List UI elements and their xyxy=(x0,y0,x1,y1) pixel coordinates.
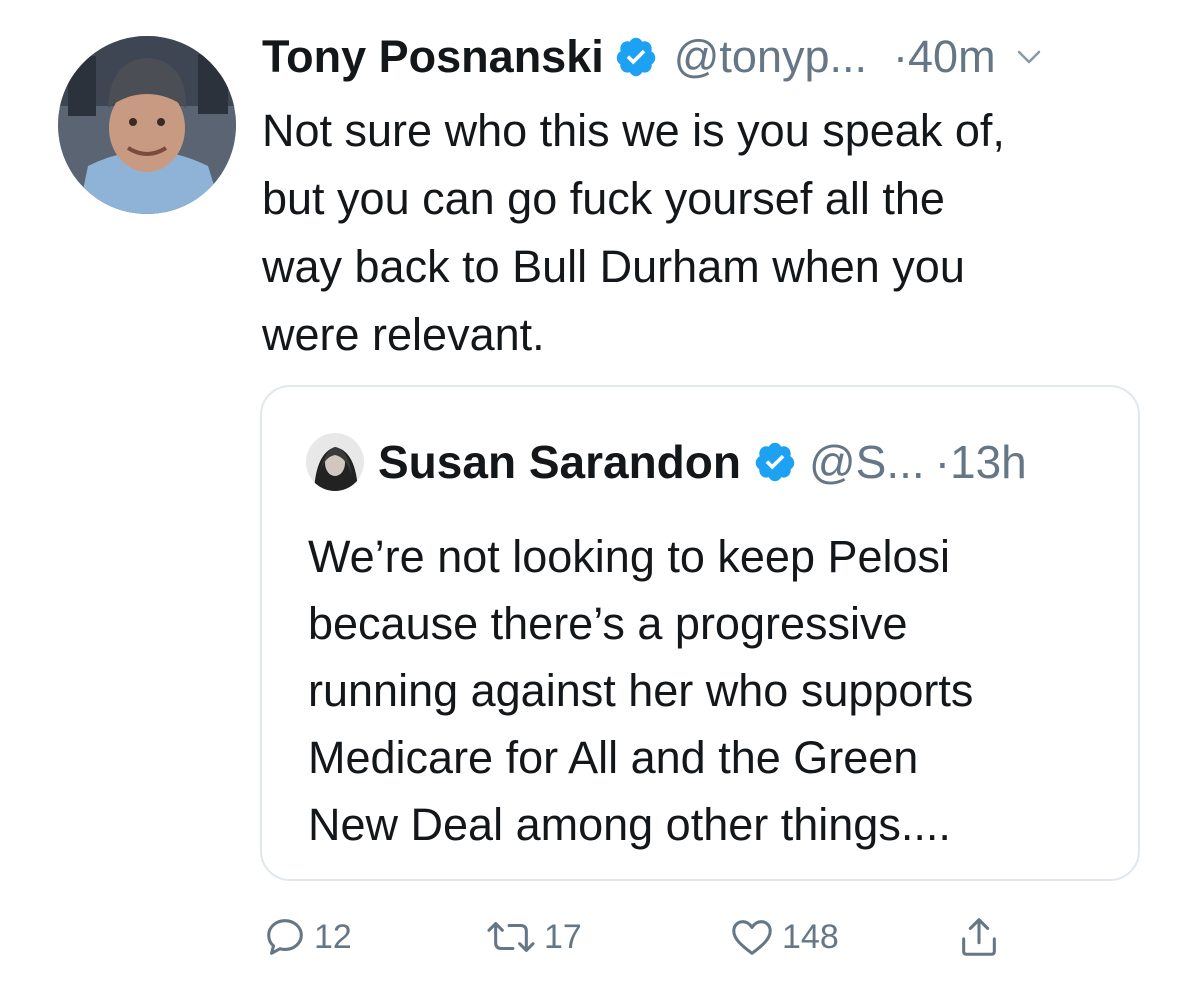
chevron-down-icon[interactable] xyxy=(1014,42,1044,72)
tweet-text-line: way back to Bull Durham when you xyxy=(262,241,965,292)
tweet-timestamp[interactable]: ·40m xyxy=(893,31,996,83)
tweet-header: Tony Posnanski @tonyp... ·40m xyxy=(262,26,1162,88)
quoted-tweet-timestamp: ·13h xyxy=(934,436,1027,488)
like-count: 148 xyxy=(782,917,839,956)
tweet-text: Not sure who this we is you speak of, bu… xyxy=(262,97,1162,369)
author-name[interactable]: Tony Posnanski xyxy=(262,31,604,83)
tweet-text-line: were relevant. xyxy=(262,309,545,360)
quoted-tweet-text: We’re not looking to keep Pelosi because… xyxy=(308,523,1108,858)
quoted-text-line: Medicare for All and the Green xyxy=(308,732,919,783)
retweet-button[interactable]: 17 xyxy=(484,912,582,962)
tweet-text-line: but you can go fuck yoursef all the xyxy=(262,173,945,224)
quoted-text-line: New Deal among other things.... xyxy=(308,799,951,850)
tweet-text-line: Not sure who this we is you speak of, xyxy=(262,105,1005,156)
reply-icon xyxy=(267,919,303,955)
quoted-avatar-photo xyxy=(306,433,364,491)
verified-badge-icon xyxy=(616,37,655,77)
retweet-count: 17 xyxy=(544,917,582,956)
heart-icon xyxy=(732,920,772,955)
quoted-author-name: Susan Sarandon xyxy=(378,436,741,488)
like-button[interactable]: 148 xyxy=(728,912,839,962)
share-button[interactable] xyxy=(956,912,1002,962)
quoted-tweet-card[interactable]: Susan Sarandon @S... ·13h We’re not look… xyxy=(260,385,1140,881)
quoted-text-line: because there’s a progressive xyxy=(308,598,908,649)
tweet-action-bar: 12 17 148 xyxy=(262,912,1022,962)
quoted-text-line: running against her who supports xyxy=(308,665,974,716)
share-icon xyxy=(962,918,996,956)
reply-button[interactable]: 12 xyxy=(262,912,352,962)
author-avatar[interactable] xyxy=(58,36,236,214)
quoted-author-handle: @S... xyxy=(808,436,925,488)
retweet-icon xyxy=(487,922,535,952)
reply-count: 12 xyxy=(314,917,352,956)
verified-badge-icon xyxy=(755,442,795,482)
quoted-tweet-header: Susan Sarandon @S... ·13h xyxy=(306,427,1027,497)
avatar-photo xyxy=(58,36,236,214)
author-handle[interactable]: @tonyp... xyxy=(674,31,867,83)
quoted-author-avatar xyxy=(306,433,364,491)
quoted-text-line: We’re not looking to keep Pelosi xyxy=(308,531,951,582)
